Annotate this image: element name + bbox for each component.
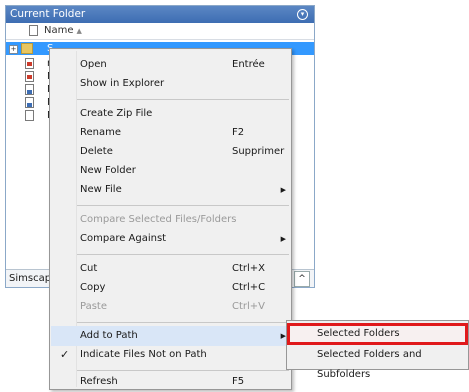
- menu-separator: [77, 205, 289, 206]
- script-file-icon: [25, 84, 34, 95]
- submenu-arrow-icon: ▶: [280, 186, 286, 194]
- column-name-label: Name: [44, 25, 74, 36]
- panel-actions-icon[interactable]: ▾: [297, 9, 308, 20]
- model-file-icon: [25, 71, 34, 82]
- menu-separator: [77, 370, 289, 371]
- expand-icon[interactable]: +: [9, 45, 18, 54]
- submenu-item-selected-folders-and-subfolders[interactable]: Selected Folders and Subfolders: [288, 345, 467, 380]
- panel-header: Current Folder ▾: [6, 6, 314, 23]
- menu-separator: [77, 99, 289, 100]
- model-file-icon: [25, 58, 34, 69]
- menu-item-open[interactable]: Open Entrée: [51, 55, 290, 75]
- document-icon: [25, 110, 34, 121]
- menu-item-add-to-path[interactable]: Add to Path ▶: [51, 326, 290, 346]
- document-icon: [29, 25, 38, 36]
- menu-item-indicate-files-not-on-path[interactable]: ✓ Indicate Files Not on Path: [51, 345, 290, 365]
- panel-title: Current Folder: [10, 8, 86, 20]
- menu-item-create-zip-file[interactable]: Create Zip File: [51, 104, 290, 124]
- folder-icon: [21, 43, 33, 54]
- menu-item-refresh[interactable]: Refresh F5: [51, 372, 290, 392]
- script-file-icon: [25, 97, 34, 108]
- context-menu: Open Entrée Show in Explorer Create Zip …: [49, 48, 292, 390]
- menu-item-copy[interactable]: Copy Ctrl+C: [51, 278, 290, 298]
- menu-item-compare-selected: Compare Selected Files/Folders: [80, 214, 237, 225]
- menu-item-show-in-explorer[interactable]: Show in Explorer: [51, 74, 290, 94]
- menu-item-new-folder[interactable]: New Folder: [51, 161, 290, 181]
- menu-item-paste: Paste Ctrl+V: [80, 301, 266, 312]
- menu-item-cut[interactable]: Cut Ctrl+X: [51, 259, 290, 279]
- menu-separator: [77, 254, 289, 255]
- add-to-path-submenu: Selected Folders Selected Folders and Su…: [286, 320, 469, 380]
- check-icon: ✓: [60, 348, 70, 361]
- submenu-arrow-icon: ▶: [280, 235, 286, 243]
- menu-item-new-file[interactable]: New File ▶: [51, 180, 290, 200]
- chevron-up-icon[interactable]: ^: [294, 271, 310, 287]
- menu-item-compare-against[interactable]: Compare Against ▶: [51, 229, 290, 249]
- menu-separator: [77, 322, 289, 323]
- submenu-item-selected-folders[interactable]: Selected Folders: [287, 323, 468, 345]
- column-header[interactable]: Name ▲: [6, 23, 314, 40]
- footer-label: Simscap: [9, 273, 52, 284]
- menu-item-delete[interactable]: Delete Supprimer: [51, 142, 290, 162]
- menu-item-rename[interactable]: Rename F2: [51, 123, 290, 143]
- sort-ascending-icon: ▲: [76, 27, 82, 35]
